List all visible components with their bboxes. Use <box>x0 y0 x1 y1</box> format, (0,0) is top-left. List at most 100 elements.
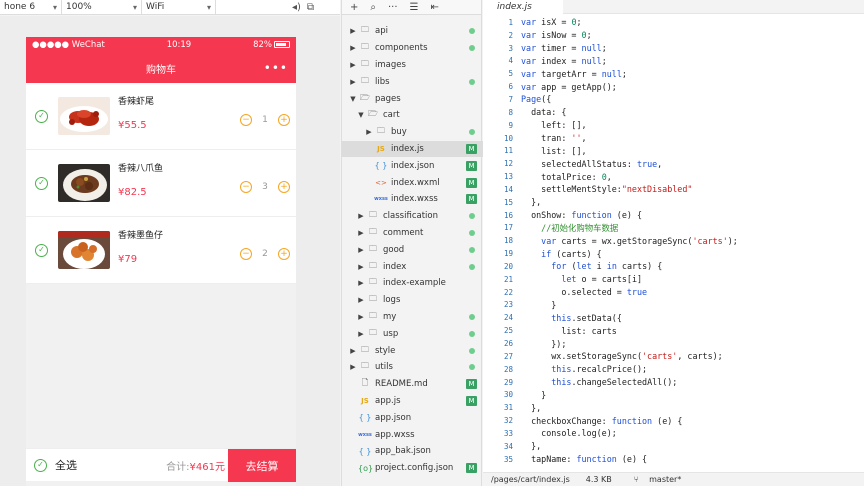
code-text: left: [], <box>521 120 587 131</box>
code-text: } <box>521 389 547 400</box>
file-tree-item[interactable]: ▶ 🗀 libs <box>342 73 483 90</box>
line-number: 35 <box>503 454 513 464</box>
file-tree-item[interactable]: ▶ 🗀 buy <box>342 124 483 141</box>
file-tree-item[interactable]: JS app.js M <box>342 393 483 410</box>
json-file-icon: { } <box>358 413 372 423</box>
code-text: console.log(e); <box>521 428 617 439</box>
folder-open-icon: 🗁 <box>360 92 370 102</box>
search-icon[interactable]: ⌕ <box>370 2 376 13</box>
volume-icon[interactable]: ◂) <box>292 2 301 13</box>
chevron-right-icon[interactable]: ▶ <box>356 313 366 321</box>
file-tree-item[interactable]: ▶ 🗀 api <box>342 23 483 40</box>
file-tree-item-label: index.js <box>391 143 424 154</box>
file-tree-item[interactable]: wxss index.wxss M <box>342 191 483 208</box>
file-tree-item[interactable]: ▶ 🗀 classification <box>342 208 483 225</box>
file-tree-item[interactable]: ▶ 🗀 index <box>342 258 483 275</box>
file-tree-item[interactable]: wxss app.wxss <box>342 426 483 443</box>
detach-window-icon[interactable]: ⧉ <box>307 2 314 13</box>
file-tree-item[interactable]: ▼ 🗁 pages <box>342 90 483 107</box>
chevron-right-icon[interactable]: ▶ <box>348 27 358 35</box>
code-line: 35 tapName: function (e) { <box>483 453 864 466</box>
decrease-button[interactable]: − <box>240 248 252 260</box>
item-checkbox[interactable]: ✓ <box>35 176 48 190</box>
increase-button[interactable]: + <box>278 248 290 260</box>
increase-button[interactable]: + <box>278 114 290 126</box>
chevron-right-icon[interactable]: ▶ <box>356 296 366 304</box>
chevron-right-icon[interactable]: ▶ <box>356 212 366 220</box>
chevron-right-icon[interactable]: ▶ <box>348 78 358 86</box>
decrease-button[interactable]: − <box>240 114 252 126</box>
file-tree-item[interactable]: ▶ 🗀 images <box>342 57 483 74</box>
code-line: 33 console.log(e); <box>483 427 864 440</box>
line-number: 12 <box>503 159 513 169</box>
increase-button[interactable]: + <box>278 181 290 193</box>
line-number: 16 <box>503 210 513 220</box>
quantity-value: 1 <box>262 115 268 125</box>
chevron-right-icon[interactable]: ▶ <box>356 246 366 254</box>
file-tree-item[interactable]: ▶ 🗀 comment <box>342 225 483 242</box>
chevron-right-icon[interactable]: ▶ <box>356 263 366 271</box>
chevron-down-icon[interactable]: ▼ <box>356 111 366 119</box>
chevron-right-icon[interactable]: ▶ <box>348 61 358 69</box>
file-tree-item[interactable]: { } app_bak.json <box>342 443 483 460</box>
chevron-right-icon[interactable]: ▶ <box>364 128 374 136</box>
md-file-icon: 🗋 <box>361 378 369 388</box>
quantity-stepper: − 1 + <box>240 114 290 126</box>
code-text: var isNow = 0; <box>521 30 592 41</box>
code-text: var index = null; <box>521 55 607 66</box>
file-tree-item[interactable]: ▶ 🗀 my <box>342 309 483 326</box>
line-number: 6 <box>508 82 513 92</box>
line-number: 17 <box>503 223 513 233</box>
product-price: ¥79 <box>118 254 138 265</box>
file-tree-item[interactable]: { } index.json M <box>342 157 483 174</box>
code-area[interactable]: 1 var isX = 0; 2 var isNow = 0; 3 var timer =… <box>483 16 864 466</box>
file-tree-item[interactable]: ▶ 🗀 logs <box>342 292 483 309</box>
git-modified-badge: M <box>466 143 477 154</box>
file-tree-item[interactable]: {o} project.config.json M <box>342 460 483 477</box>
zoom-select[interactable]: 100% ▾ <box>62 0 142 15</box>
file-tree-item[interactable]: { } app.json <box>342 409 483 426</box>
code-line: 15 }, <box>483 196 864 209</box>
select-all-checkbox[interactable]: ✓ <box>34 458 47 472</box>
file-tree-item[interactable]: ▶ 🗀 usp <box>342 325 483 342</box>
chevron-right-icon[interactable]: ▶ <box>348 347 358 355</box>
git-status-dot <box>469 78 475 85</box>
file-tree-item[interactable]: ▶ 🗀 good <box>342 241 483 258</box>
zoom-select-value: 100% <box>66 2 92 12</box>
git-status-dot <box>469 129 475 136</box>
add-icon[interactable]: + <box>350 2 358 13</box>
chevron-right-icon[interactable]: ▶ <box>348 363 358 371</box>
device-select[interactable]: hone 6 ▾ <box>0 0 62 15</box>
file-tree-item[interactable]: <> index.wxml M <box>342 174 483 191</box>
code-text: }, <box>521 402 542 413</box>
git-status-dot <box>469 229 475 236</box>
file-tree-item[interactable]: ▶ 🗀 index-example <box>342 275 483 292</box>
code-line: 31 }, <box>483 401 864 414</box>
file-tree-item[interactable]: ▶ 🗀 style <box>342 342 483 359</box>
file-tree-item[interactable]: 🗋 README.md M <box>342 376 483 393</box>
chevron-right-icon[interactable]: ▶ <box>356 279 366 287</box>
file-tree-item[interactable]: ▼ 🗁 cart <box>342 107 483 124</box>
network-select[interactable]: WiFi ▾ <box>142 0 216 15</box>
collapse-icon[interactable]: ⇤ <box>431 2 439 13</box>
chevron-right-icon[interactable]: ▶ <box>356 229 366 237</box>
file-tree-item-label: components <box>375 43 428 54</box>
item-checkbox[interactable]: ✓ <box>35 243 48 257</box>
list-icon[interactable]: ☰ <box>410 2 419 13</box>
line-number: 20 <box>503 261 513 271</box>
tab-index-js[interactable]: index.js <box>483 0 563 14</box>
decrease-button[interactable]: − <box>240 181 252 193</box>
chevron-right-icon[interactable]: ▶ <box>348 44 358 52</box>
code-text: o.selected = true <box>521 287 648 298</box>
line-number: 31 <box>503 403 513 413</box>
file-tree-item[interactable]: ▶ 🗀 components <box>342 40 483 57</box>
more-menu-icon[interactable]: ••• <box>264 61 288 75</box>
git-branch[interactable]: ⑂ master* <box>626 475 682 484</box>
file-tree-item[interactable]: JS index.js M <box>342 140 483 158</box>
chevron-down-icon[interactable]: ▼ <box>348 95 358 103</box>
file-tree-item[interactable]: ▶ 🗀 utils <box>342 359 483 376</box>
chevron-right-icon[interactable]: ▶ <box>356 330 366 338</box>
more-icon[interactable]: ··· <box>388 2 398 13</box>
checkout-button[interactable]: 去结算 <box>228 449 296 482</box>
item-checkbox[interactable]: ✓ <box>35 109 48 123</box>
